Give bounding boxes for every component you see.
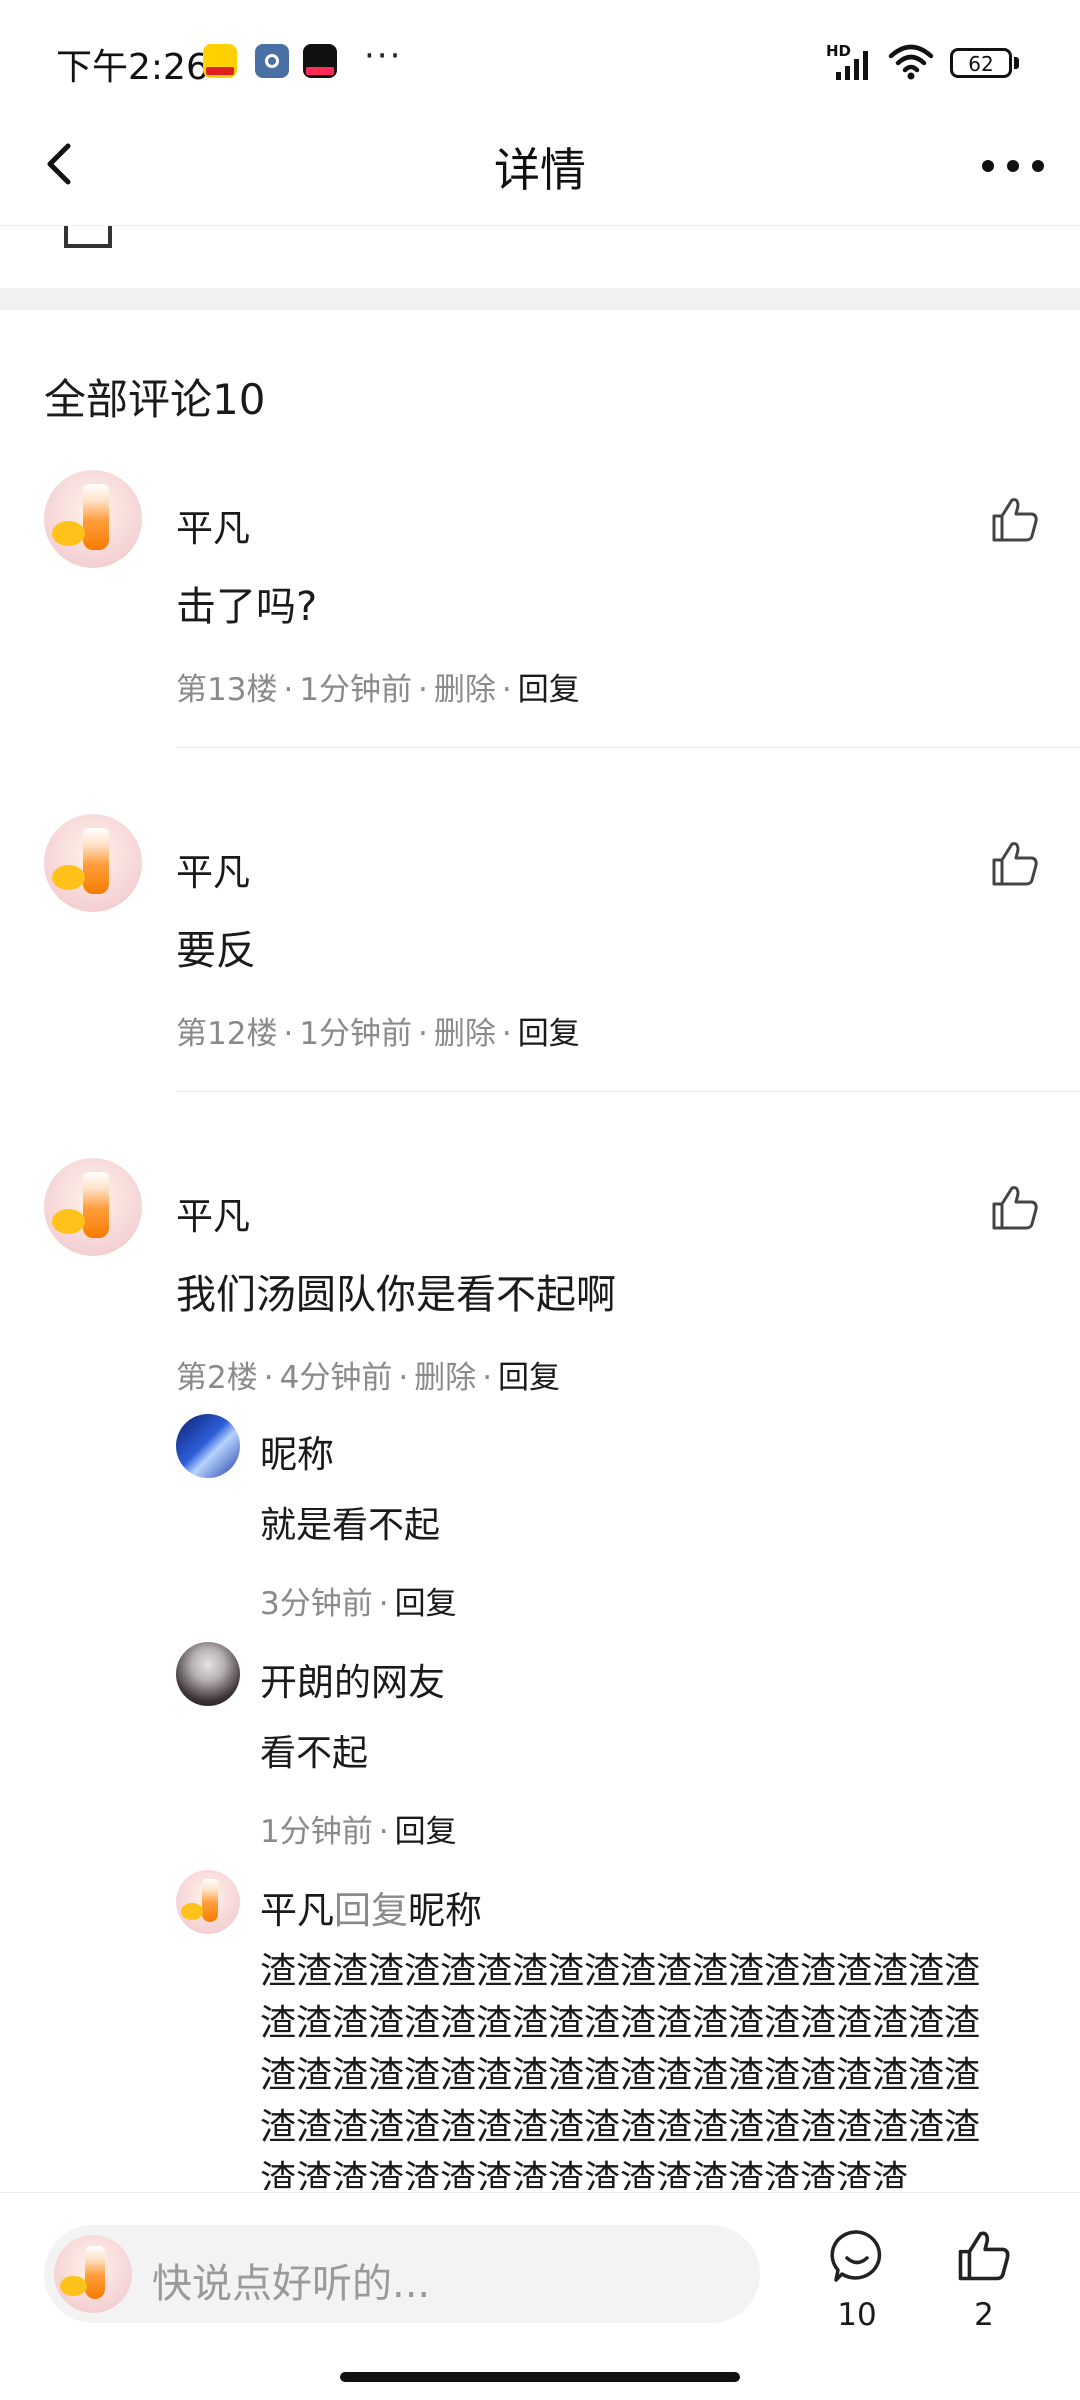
avatar[interactable]: [176, 1414, 240, 1478]
time-label: 3分钟前: [260, 1586, 373, 1622]
avatar-drink: [83, 1171, 109, 1239]
meta-dot: ·: [501, 1016, 512, 1052]
scrolled-content-peek: [0, 226, 1080, 286]
meta-dot: ·: [501, 672, 512, 708]
comment-meta: 第12楼 · 1分钟前 · 删除 · 回复: [176, 1008, 580, 1053]
comment-text: 我们汤圆队你是看不起啊: [176, 1272, 616, 1318]
avatar-lemon: [51, 864, 86, 891]
reply-link[interactable]: 回复: [395, 1586, 457, 1622]
status-time: 下午2:26: [56, 47, 209, 88]
more-dot: [1007, 160, 1019, 172]
comment-text: 要反: [176, 928, 256, 974]
meta-dot: ·: [378, 1814, 389, 1850]
delete-link[interactable]: 删除: [434, 1016, 496, 1052]
floor-label: 第12楼: [176, 1016, 278, 1052]
avatar-drink: [83, 483, 109, 551]
home-indicator[interactable]: [340, 2372, 740, 2382]
signal-icon: [836, 51, 868, 80]
time-label: 1分钟前: [299, 1016, 413, 1052]
avatar-lemon: [60, 2275, 87, 2296]
reply-username[interactable]: 昵称: [260, 1424, 334, 1478]
meta-dot: ·: [378, 1586, 389, 1622]
meta-dot: ·: [283, 1016, 294, 1052]
avatar[interactable]: [44, 814, 142, 912]
section-divider: [0, 288, 1080, 310]
comment-username[interactable]: 平凡: [176, 842, 250, 896]
time-label: 1分钟前: [299, 672, 413, 708]
comment-input[interactable]: 快说点好听的...: [44, 2225, 760, 2323]
like-icon[interactable]: [956, 2227, 1012, 2283]
battery-cap: [1014, 57, 1019, 69]
input-placeholder[interactable]: 快说点好听的...: [152, 2251, 430, 2309]
meta-dot: ·: [398, 1360, 409, 1396]
comment-divider: [176, 1091, 1080, 1092]
reply-text: 看不起: [260, 1733, 369, 1774]
meta-dot: ·: [418, 1016, 428, 1052]
wifi-icon: [888, 44, 934, 80]
avatar[interactable]: [176, 1642, 240, 1706]
floor-label: 第2楼: [176, 1360, 258, 1396]
time-label: 1分钟前: [260, 1814, 373, 1850]
battery-icon: 62: [950, 48, 1012, 78]
avatar-drink: [85, 2245, 106, 2299]
delete-link[interactable]: 删除: [414, 1360, 476, 1396]
reply-meta: 1分钟前 · 回复: [260, 1806, 457, 1851]
comments-header: 全部评论10: [44, 375, 266, 424]
more-options-button[interactable]: [978, 138, 1048, 188]
meta-dot: ·: [283, 672, 294, 708]
comment-icon[interactable]: [828, 2227, 886, 2285]
time-label: 4分钟前: [279, 1360, 393, 1396]
meta-dot: ·: [263, 1360, 274, 1396]
more-dot: [1032, 160, 1044, 172]
reply-meta: 3分钟前 · 回复: [260, 1578, 457, 1623]
reply-username: 平凡回复昵称: [260, 1880, 482, 1934]
avatar-lemon: [181, 1903, 203, 1920]
comment-meta: 第2楼 · 4分钟前 · 删除 · 回复: [176, 1352, 560, 1397]
reply-username[interactable]: 开朗的网友: [260, 1652, 445, 1706]
reply-text: 渣渣渣渣渣渣渣渣渣渣渣渣渣渣渣渣渣渣渣渣渣渣渣渣渣渣渣渣渣渣渣渣渣渣渣渣渣渣渣渣…: [260, 1951, 981, 2190]
comment-meta: 第13楼 · 1分钟前 · 删除 · 回复: [176, 664, 580, 709]
meta-dot: ·: [482, 1360, 493, 1396]
floor-label: 第13楼: [176, 672, 278, 708]
avatar: [54, 2235, 132, 2313]
delete-link[interactable]: 删除: [434, 672, 496, 708]
comment-text: 击了吗?: [176, 584, 318, 630]
reply-author[interactable]: 平凡: [260, 1889, 334, 1932]
meituan-app-icon: [203, 44, 237, 78]
battery-level: 62: [968, 52, 994, 76]
like-icon[interactable]: [990, 494, 1040, 544]
like-count: 2: [974, 2297, 994, 2333]
nav-header: 详情: [0, 110, 1080, 226]
settings-app-icon: [255, 44, 289, 78]
avatar[interactable]: [44, 1158, 142, 1256]
like-icon[interactable]: [990, 838, 1040, 888]
bottom-comment-bar: 快说点好听的... 10 2: [0, 2192, 1080, 2400]
status-bar: 下午2:26 ··· HD 62: [0, 0, 1080, 110]
share-icon: [64, 226, 112, 248]
reply-link[interactable]: 回复: [518, 1016, 580, 1052]
comment-username[interactable]: 平凡: [176, 1186, 250, 1240]
meta-dot: ·: [418, 672, 428, 708]
page-title: 详情: [494, 143, 586, 197]
reply-link[interactable]: 回复: [395, 1814, 457, 1850]
reply-to-label: 回复: [334, 1889, 408, 1932]
avatar-lemon: [51, 1208, 86, 1235]
comment-divider: [176, 747, 1080, 748]
comment-username[interactable]: 平凡: [176, 498, 250, 552]
avatar-drink: [83, 827, 109, 895]
avatar-drink: [201, 1878, 219, 1923]
more-dot: [982, 160, 994, 172]
avatar[interactable]: [176, 1870, 240, 1934]
avatar-lemon: [51, 520, 86, 547]
reply-link[interactable]: 回复: [498, 1360, 560, 1396]
reply-target[interactable]: 昵称: [408, 1889, 482, 1932]
avatar[interactable]: [44, 470, 142, 568]
tiktok-app-icon: [303, 44, 337, 78]
reply-text: 就是看不起: [260, 1505, 441, 1546]
more-notifications-icon: ···: [364, 36, 403, 76]
reply-link[interactable]: 回复: [518, 672, 580, 708]
like-icon[interactable]: [990, 1182, 1040, 1232]
comment-count: 10: [837, 2297, 877, 2333]
